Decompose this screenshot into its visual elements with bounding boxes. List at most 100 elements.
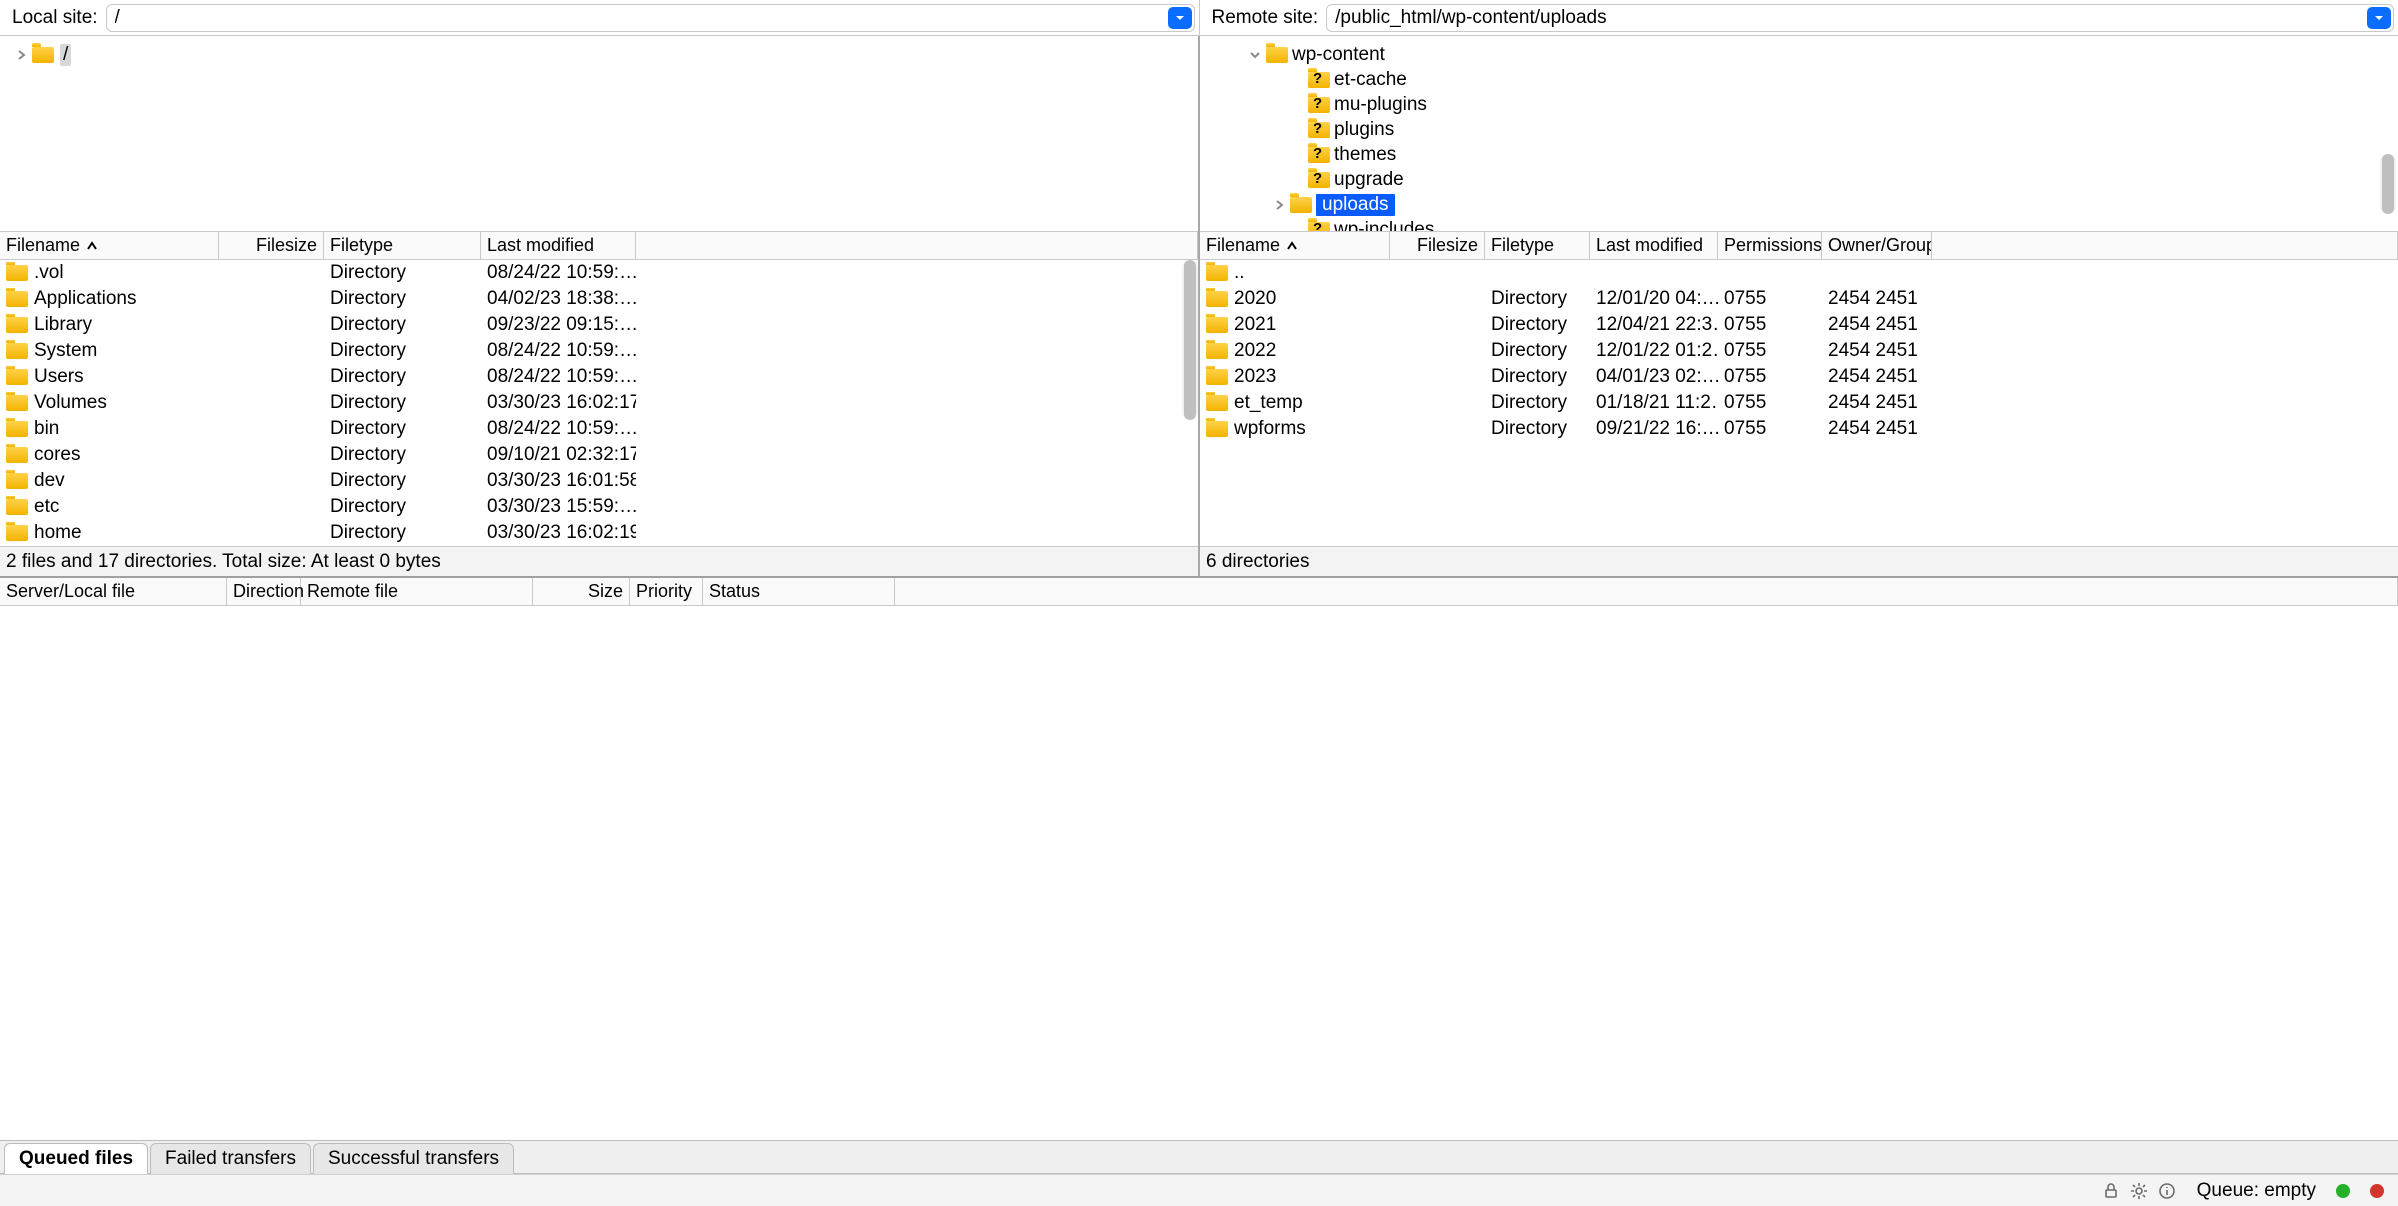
col-status[interactable]: Status: [703, 578, 895, 605]
local-path-cell: Local site:: [0, 0, 1199, 35]
local-path-input[interactable]: [107, 7, 1168, 29]
col-filetype[interactable]: Filetype: [1485, 232, 1590, 259]
table-row[interactable]: 2021Directory12/04/21 22:3…07552454 2451: [1200, 312, 2398, 338]
table-row[interactable]: homeDirectory03/30/23 16:02:19: [0, 520, 1198, 546]
filetype-label: Directory: [324, 522, 481, 544]
table-row[interactable]: 2022Directory12/01/22 01:2…07552454 2451: [1200, 338, 2398, 364]
bottom-tabs: Queued files Failed transfers Successful…: [0, 1140, 2398, 1174]
table-row[interactable]: binDirectory08/24/22 10:59:…: [0, 416, 1198, 442]
scrollbar[interactable]: [1182, 260, 1198, 420]
lock-icon[interactable]: [2101, 1181, 2121, 1201]
modified-label: 08/24/22 10:59:…: [481, 418, 636, 440]
local-tree[interactable]: /: [0, 36, 1198, 232]
table-row[interactable]: 2023Directory04/01/23 02:…07552454 2451: [1200, 364, 2398, 390]
permissions-label: 0755: [1718, 366, 1822, 388]
tree-item[interactable]: mu-plugins: [1200, 92, 2398, 117]
tree-item[interactable]: wp-includes: [1200, 217, 2398, 232]
folder-icon: [1290, 197, 1312, 213]
table-row[interactable]: SystemDirectory08/24/22 10:59:…: [0, 338, 1198, 364]
col-filename[interactable]: Filename: [0, 232, 219, 259]
tree-item[interactable]: wp-content: [1200, 42, 2398, 67]
table-row[interactable]: .vol Directory08/24/22 10:59:…: [0, 260, 1198, 286]
folder-icon: [1206, 395, 1228, 411]
col-filesize[interactable]: Filesize: [219, 232, 324, 259]
local-path-combobox[interactable]: [106, 4, 1195, 32]
modified-label: 08/24/22 10:59:…: [481, 262, 636, 284]
remote-pane: wp-contentet-cachemu-pluginspluginstheme…: [1198, 36, 2398, 576]
tree-item[interactable]: plugins: [1200, 117, 2398, 142]
table-row[interactable]: ..: [1200, 260, 2398, 286]
statusbar-icons: [2101, 1181, 2177, 1201]
remote-path-input[interactable]: [1327, 7, 2367, 29]
local-list-header[interactable]: Filename Filesize Filetype Last modified: [0, 232, 1198, 260]
col-ownergroup[interactable]: Owner/Group: [1822, 232, 1932, 259]
filename-label: 2023: [1234, 366, 1276, 388]
col-priority[interactable]: Priority: [630, 578, 703, 605]
filename-label: ..: [1234, 262, 1245, 284]
folder-icon: [1206, 421, 1228, 437]
queue-header[interactable]: Server/Local file Direction Remote file …: [0, 578, 2398, 606]
chevron-right-icon[interactable]: [14, 48, 28, 62]
remote-list-header[interactable]: Filename Filesize Filetype Last modified…: [1200, 232, 2398, 260]
table-row[interactable]: UsersDirectory08/24/22 10:59:…: [0, 364, 1198, 390]
panes: / Filename Filesize Filetype Last modifi…: [0, 36, 2398, 578]
col-size[interactable]: Size: [533, 578, 630, 605]
modified-label: 12/04/21 22:3…: [1590, 314, 1718, 336]
local-path-dropdown-icon[interactable]: [1168, 7, 1192, 29]
modified-label: 03/30/23 15:59:…: [481, 496, 636, 518]
table-row[interactable]: etcDirectory03/30/23 15:59:…: [0, 494, 1198, 520]
tree-label: wp-content: [1292, 44, 1385, 66]
col-filename[interactable]: Filename: [1200, 232, 1390, 259]
col-serverlocal[interactable]: Server/Local file: [0, 578, 227, 605]
col-filetype[interactable]: Filetype: [324, 232, 481, 259]
tree-item[interactable]: uploads: [1200, 192, 2398, 217]
scrollbar-thumb[interactable]: [1184, 260, 1196, 420]
table-row[interactable]: LibraryDirectory09/23/22 09:15:…: [0, 312, 1198, 338]
table-row[interactable]: et_tempDirectory01/18/21 11:2…07552454 2…: [1200, 390, 2398, 416]
local-pane: / Filename Filesize Filetype Last modifi…: [0, 36, 1198, 576]
tab-queued-files[interactable]: Queued files: [4, 1143, 148, 1174]
tab-failed-transfers[interactable]: Failed transfers: [150, 1143, 311, 1174]
filetype-label: Directory: [324, 418, 481, 440]
table-row[interactable]: ApplicationsDirectory04/02/23 18:38:…: [0, 286, 1198, 312]
filename-label: .vol: [34, 262, 64, 284]
modified-label: 09/10/21 02:32:17: [481, 444, 636, 466]
permissions-label: 0755: [1718, 418, 1822, 440]
remote-list-body[interactable]: ..2020Directory12/01/20 04:…07552454 245…: [1200, 260, 2398, 546]
remote-status: 6 directories: [1200, 546, 2398, 576]
tree-item[interactable]: et-cache: [1200, 67, 2398, 92]
table-row[interactable]: devDirectory03/30/23 16:01:58: [0, 468, 1198, 494]
table-row[interactable]: VolumesDirectory03/30/23 16:02:17: [0, 390, 1198, 416]
col-permissions[interactable]: Permissions: [1718, 232, 1822, 259]
filetype-label: Directory: [324, 262, 481, 284]
filetype-label: Directory: [324, 470, 481, 492]
chevron-right-icon[interactable]: [1272, 198, 1286, 212]
scrollbar[interactable]: [2380, 154, 2396, 214]
col-filesize[interactable]: Filesize: [1390, 232, 1485, 259]
col-remotefile[interactable]: Remote file: [301, 578, 533, 605]
table-row[interactable]: coresDirectory09/10/21 02:32:17: [0, 442, 1198, 468]
remote-tree[interactable]: wp-contentet-cachemu-pluginspluginstheme…: [1200, 36, 2398, 232]
local-list-body[interactable]: .volDirectory08/24/22 10:59:…Application…: [0, 260, 1198, 546]
col-direction[interactable]: Direction: [227, 578, 301, 605]
remote-path-dropdown-icon[interactable]: [2367, 7, 2391, 29]
tab-successful-transfers[interactable]: Successful transfers: [313, 1143, 514, 1174]
scrollbar-thumb[interactable]: [2382, 154, 2394, 214]
filetype-label: Directory: [1485, 392, 1590, 414]
table-row[interactable]: wpformsDirectory09/21/22 16:…07552454 24…: [1200, 416, 2398, 442]
tree-label: plugins: [1334, 119, 1394, 141]
local-tree-root-row[interactable]: /: [0, 42, 1198, 67]
info-icon[interactable]: [2157, 1181, 2177, 1201]
table-row[interactable]: 2020Directory12/01/20 04:…07552454 2451: [1200, 286, 2398, 312]
chevron-down-icon[interactable]: [1248, 48, 1262, 62]
gear-icon[interactable]: [2129, 1181, 2149, 1201]
remote-path-combobox[interactable]: [1326, 4, 2394, 32]
col-lastmodified[interactable]: Last modified: [481, 232, 636, 259]
col-lastmodified[interactable]: Last modified: [1590, 232, 1718, 259]
modified-label: 03/30/23 16:02:19: [481, 522, 636, 544]
permissions-label: 0755: [1718, 340, 1822, 362]
tree-item[interactable]: themes: [1200, 142, 2398, 167]
folder-icon: [6, 317, 28, 333]
tree-item[interactable]: upgrade: [1200, 167, 2398, 192]
queue-body[interactable]: [0, 606, 2398, 1140]
